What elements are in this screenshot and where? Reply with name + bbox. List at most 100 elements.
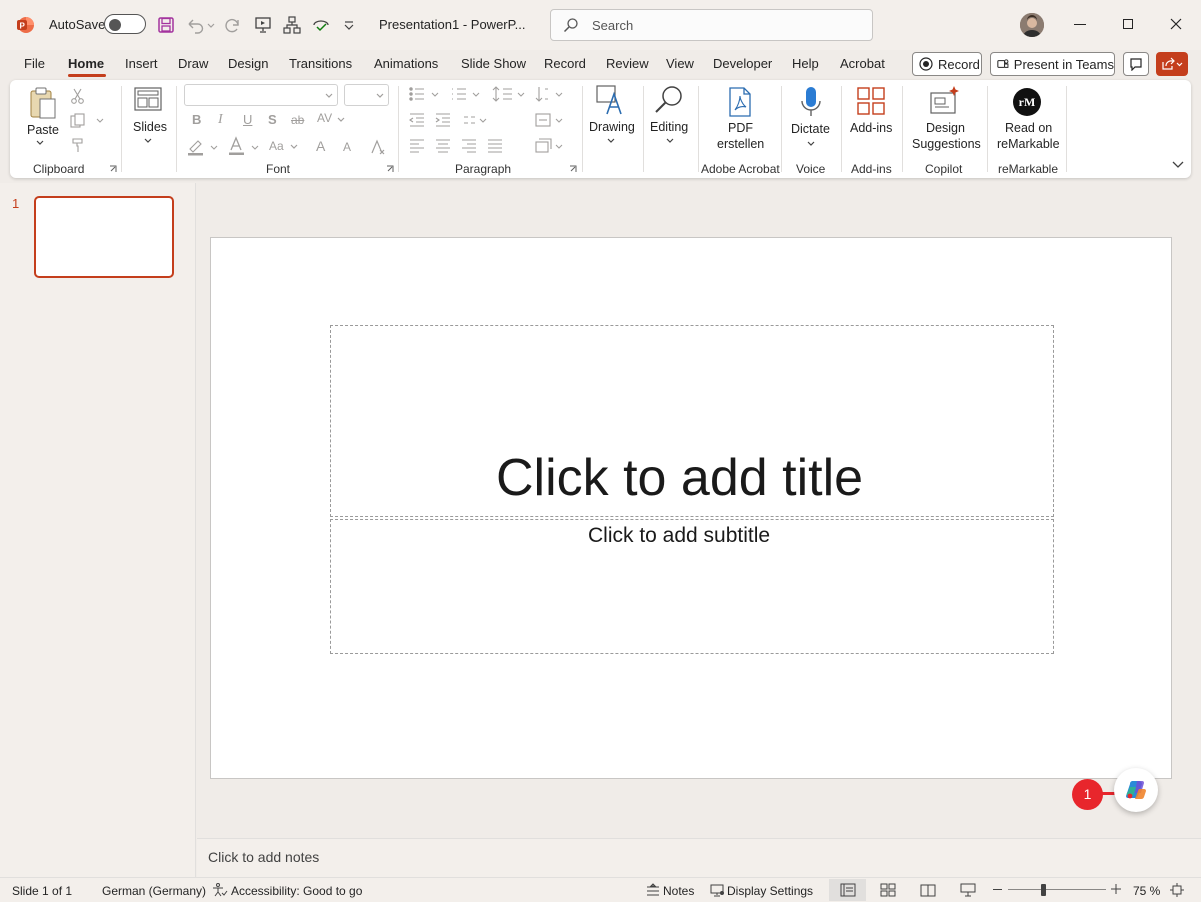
font-launcher-icon[interactable] [386,165,394,173]
editing-dropdown-icon[interactable] [666,138,674,144]
document-title[interactable]: Presentation1 - PowerP... [379,17,525,32]
remarkable-logo-icon[interactable]: rM [1013,88,1041,116]
fit-slide-icon[interactable] [1170,883,1184,897]
autosave-toggle[interactable] [104,14,146,34]
reading-view-icon[interactable] [920,883,936,897]
dictate-label[interactable]: Dictate [791,121,830,137]
zoom-out-button[interactable] [993,889,1002,890]
remarkable-line2[interactable]: reMarkable [997,136,1060,152]
zoom-level[interactable]: 75 % [1133,884,1160,898]
title-placeholder[interactable]: Click to add title [330,325,1054,517]
save-icon[interactable] [157,16,175,34]
text-shadow-button[interactable]: S [268,112,277,127]
tab-review[interactable]: Review [606,56,649,71]
format-painter-icon[interactable] [70,137,86,153]
language-indicator[interactable]: German (Germany) [102,884,206,898]
pdf-label-line2[interactable]: erstellen [717,136,764,152]
copilot-button[interactable] [1114,768,1158,812]
zoom-slider-thumb[interactable] [1041,884,1046,896]
account-avatar[interactable] [1020,13,1044,37]
clipboard-launcher-icon[interactable] [109,165,117,173]
italic-button[interactable]: I [218,112,223,128]
editing-label[interactable]: Editing [650,119,688,135]
pdf-create-icon[interactable] [726,86,754,118]
accessibility-status[interactable]: Accessibility: Good to go [231,884,362,898]
close-button[interactable] [1170,18,1182,30]
copy-icon[interactable] [70,113,106,129]
slide-show-view-icon[interactable] [960,883,976,897]
add-ins-icon[interactable] [856,86,886,116]
minimize-button[interactable] [1074,24,1086,25]
pdf-label-line1[interactable]: PDF [728,120,753,136]
zoom-in-button[interactable] [1111,884,1121,894]
normal-view-button[interactable] [829,879,866,901]
tab-view[interactable]: View [666,56,694,71]
share-button[interactable] [1156,52,1188,76]
change-case-dropdown-icon[interactable] [290,144,298,150]
tab-file[interactable]: File [24,56,45,71]
font-color-icon[interactable] [228,136,264,156]
start-slideshow-icon[interactable] [254,16,272,34]
tab-home[interactable]: Home [68,56,104,71]
tab-animations[interactable]: Animations [374,56,438,71]
microphone-icon[interactable] [799,85,823,119]
search-box[interactable]: Search [550,9,873,41]
design-suggestions-line2[interactable]: Suggestions [912,136,981,152]
tab-transitions[interactable]: Transitions [289,56,352,71]
tab-design[interactable]: Design [228,56,268,71]
tab-draw[interactable]: Draw [178,56,208,71]
font-size-dropdown[interactable] [344,84,389,106]
design-suggestions-icon[interactable] [929,85,961,117]
record-button[interactable]: Record [912,52,982,76]
paste-dropdown-icon[interactable] [36,140,44,146]
drawing-dropdown-icon[interactable] [607,138,615,144]
font-family-dropdown[interactable] [184,84,338,106]
undo-icon[interactable] [185,16,215,34]
cut-icon[interactable] [70,88,86,104]
drawing-label[interactable]: Drawing [589,119,635,135]
highlight-color-icon[interactable] [187,138,223,156]
display-settings-button[interactable]: Display Settings [727,884,813,898]
character-spacing-button[interactable]: AV [317,111,332,125]
check-accessibility-icon[interactable] [312,17,330,33]
paste-label[interactable]: Paste [27,122,59,138]
bold-button[interactable]: B [192,112,201,127]
tab-help[interactable]: Help [792,56,819,71]
comments-button[interactable] [1123,52,1149,76]
new-slide-icon[interactable] [133,86,163,112]
clear-formatting-icon[interactable] [370,138,388,156]
organization-icon[interactable] [283,16,301,34]
present-in-teams-button[interactable]: Present in Teams [990,52,1115,76]
slide-sorter-icon[interactable] [880,883,896,897]
slides-label[interactable]: Slides [133,119,167,135]
tab-developer[interactable]: Developer [713,56,772,71]
zoom-slider-track[interactable] [1008,889,1106,890]
character-spacing-dropdown-icon[interactable] [337,117,345,123]
design-suggestions-line1[interactable]: Design [926,120,965,136]
maximize-button[interactable] [1123,19,1133,29]
tab-record[interactable]: Record [544,56,586,71]
grow-font-button[interactable]: A [316,138,325,154]
underline-button[interactable]: U [243,112,252,127]
slide-canvas[interactable]: Click to add title Click to add subtitle [210,237,1172,779]
shrink-font-button[interactable]: A [343,140,351,154]
notes-toggle[interactable]: Notes [663,884,694,898]
tab-insert[interactable]: Insert [125,56,158,71]
subtitle-placeholder[interactable]: Click to add subtitle [330,519,1054,654]
editing-find-icon[interactable] [653,84,685,116]
remarkable-line1[interactable]: Read on [1005,120,1052,136]
notes-pane[interactable]: Click to add notes [197,838,1201,877]
slide-thumbnail[interactable] [34,196,174,278]
tab-acrobat[interactable]: Acrobat [840,56,885,71]
customize-toolbar-icon[interactable] [344,20,354,30]
redo-icon[interactable] [224,16,242,34]
slides-dropdown-icon[interactable] [144,138,152,144]
change-case-button[interactable]: Aa [269,139,284,153]
add-ins-label[interactable]: Add-ins [850,120,892,136]
tab-slide-show[interactable]: Slide Show [461,56,526,71]
drawing-shapes-icon[interactable] [595,84,627,116]
dictate-dropdown-icon[interactable] [807,141,815,147]
strikethrough-button[interactable]: ab [291,113,304,127]
paragraph-launcher-icon[interactable] [569,165,577,173]
collapse-ribbon-icon[interactable] [1172,161,1184,169]
